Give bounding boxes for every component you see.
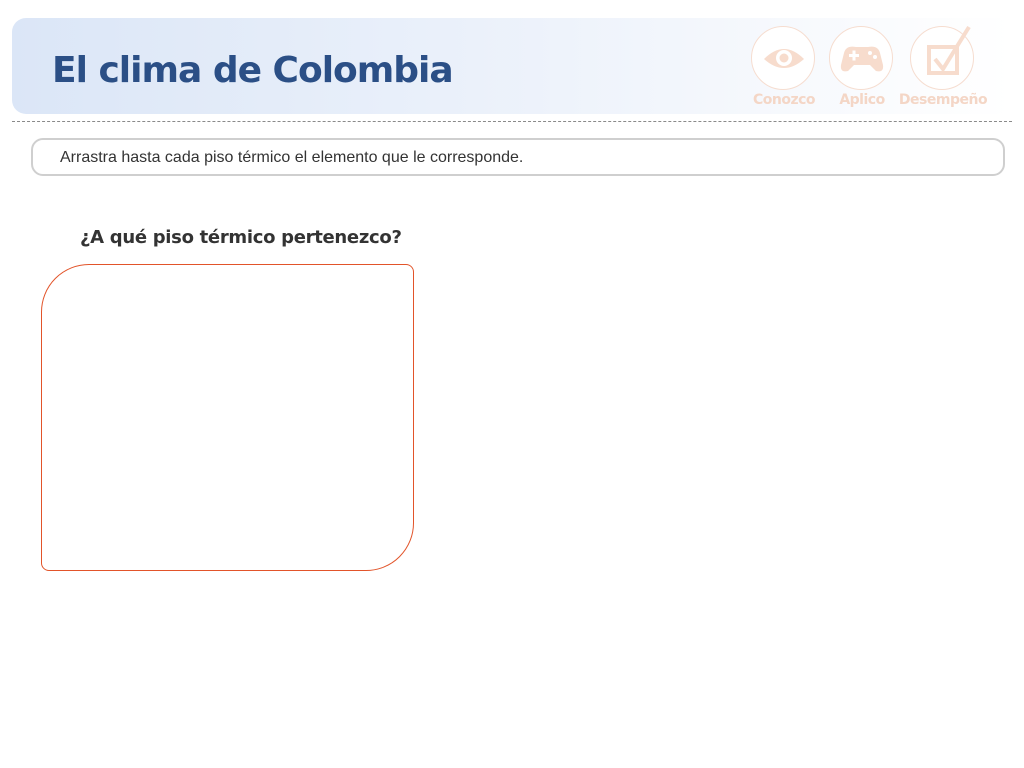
nav-conozco-button[interactable]: Conozco xyxy=(749,26,819,114)
instruction-text: Arrastra hasta cada piso térmico el elem… xyxy=(60,149,524,166)
nav-aplico-button[interactable]: Aplico xyxy=(827,26,897,114)
question-heading: ¿A qué piso térmico pertenezco? xyxy=(80,227,402,248)
drop-zone[interactable] xyxy=(41,264,414,571)
nav-aplico-label: Aplico xyxy=(839,92,885,108)
page-title: El clima de Colombia xyxy=(52,50,454,91)
checkbox-icon xyxy=(910,25,974,90)
eye-icon xyxy=(751,26,815,90)
nav-desempeno-button[interactable]: Desempeño xyxy=(899,25,988,114)
gamepad-icon xyxy=(829,26,893,90)
nav-desempeno-label: Desempeño xyxy=(898,92,988,108)
instruction-bar: Arrastra hasta cada piso térmico el elem… xyxy=(31,138,1005,176)
nav-conozco-label: Conozco xyxy=(752,92,816,108)
header-divider xyxy=(12,121,1012,122)
